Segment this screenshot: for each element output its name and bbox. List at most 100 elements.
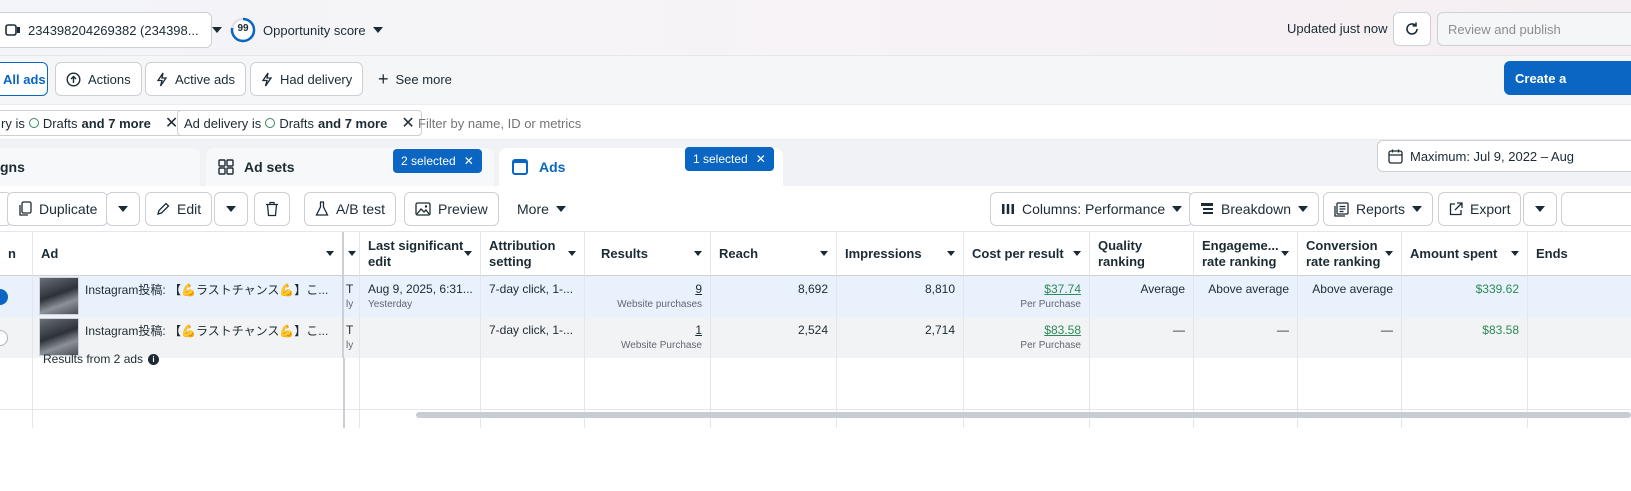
filter-chip-ad-delivery[interactable]: Ad delivery is Drafts and 7 more ✕	[177, 110, 422, 136]
tab-ads-label: Ads	[539, 159, 566, 175]
delete-button[interactable]	[254, 192, 290, 226]
column-header-engagement[interactable]: Engageme... rate ranking	[1194, 232, 1298, 276]
column-header-amount-spent[interactable]: Amount spent	[1402, 232, 1528, 276]
draft-status-icon	[28, 118, 39, 128]
cell-value: 8,810	[924, 282, 955, 296]
column-header-last-edit[interactable]: Last significant edit	[360, 232, 481, 276]
cost-cell[interactable]: $37.74 Per Purchase	[964, 276, 1090, 317]
toolbar-overflow-button[interactable]	[1561, 192, 1631, 226]
review-publish-button[interactable]: Review and publish	[1437, 12, 1631, 46]
cell-sub: ly	[346, 299, 354, 310]
cost-cell[interactable]: $83.58 Per Purchase	[964, 317, 1090, 358]
cell-value: 7-day click, 1-...	[489, 323, 574, 337]
filter-search-input[interactable]	[418, 110, 818, 136]
cell-sub: Website purchases	[617, 299, 702, 310]
ad-thumbnail	[39, 318, 79, 356]
columns-button[interactable]: Columns: Performance	[990, 192, 1194, 226]
ab-test-label: A/B test	[336, 201, 386, 217]
close-icon[interactable]: ✕	[756, 152, 766, 166]
sort-caret-icon	[568, 251, 576, 256]
date-range-picker[interactable]: Maximum: Jul 9, 2022 – Aug	[1377, 140, 1631, 172]
export-button[interactable]: Export	[1438, 192, 1522, 226]
results-cell[interactable]: 1 Website Purchase	[585, 317, 711, 358]
chevron-down-icon	[372, 27, 383, 33]
reports-label: Reports	[1356, 201, 1406, 217]
table-row[interactable]	[0, 276, 33, 317]
opportunity-score-button[interactable]: 99 Opportunity score	[230, 12, 383, 48]
results-cell[interactable]: 9 Website purchases	[585, 276, 711, 317]
horizontal-scrollbar[interactable]	[416, 412, 1631, 418]
reach-cell: 2,524	[711, 317, 837, 358]
table-row[interactable]	[0, 317, 33, 358]
close-icon[interactable]: ✕	[464, 154, 474, 168]
header-label: Conversion rate ranking	[1306, 237, 1381, 269]
export-menu-button[interactable]	[1523, 192, 1557, 226]
radio-unselected[interactable]	[0, 330, 8, 346]
column-header-delivery[interactable]: n	[0, 232, 33, 276]
radio-selected[interactable]	[0, 289, 8, 305]
cell-value: Average	[1140, 282, 1185, 296]
see-more-button[interactable]: + See more	[368, 62, 462, 96]
column-header-results[interactable]: Results	[585, 232, 711, 276]
header-label: Impressions	[845, 245, 922, 261]
upload-circle-icon	[66, 71, 81, 87]
cell-value[interactable]: 1	[593, 323, 702, 338]
refresh-button[interactable]	[1393, 12, 1431, 46]
column-header-impressions[interactable]: Impressions	[837, 232, 964, 276]
ends-cell	[1528, 317, 1631, 358]
columns-icon	[1001, 203, 1015, 215]
ad-window-icon	[511, 158, 529, 176]
column-header-conversion[interactable]: Conversion rate ranking	[1298, 232, 1402, 276]
create-button[interactable]: Create a	[1504, 61, 1631, 95]
reports-button[interactable]: Reports	[1323, 192, 1434, 226]
chevron-down-icon	[555, 206, 566, 212]
active-ads-button[interactable]: Active ads	[145, 62, 246, 96]
ad-name: Instagram投稿: 【💪ラストチャンス💪】こ...	[85, 283, 329, 297]
duplicate-menu-button[interactable]	[106, 192, 140, 226]
column-header-attribution[interactable]: Attribution setting	[481, 232, 585, 276]
ad-name-cell[interactable]: Instagram投稿: 【💪ラストチャンス💪】こ...	[33, 276, 344, 317]
column-header-quality[interactable]: Quality ranking	[1090, 232, 1194, 276]
close-icon[interactable]: ✕	[401, 113, 414, 133]
had-delivery-button[interactable]: Had delivery	[250, 62, 364, 96]
ad-name: Instagram投稿: 【💪ラストチャンス💪】こ...	[85, 324, 329, 338]
header-label: Ad	[41, 245, 59, 261]
column-header-hidden[interactable]	[344, 232, 360, 276]
cell-value[interactable]: 9	[593, 282, 702, 297]
sort-caret-icon	[1511, 251, 1519, 256]
chevron-down-icon	[1412, 206, 1423, 212]
tab-campaigns-label: gns	[0, 159, 25, 175]
actions-button[interactable]: Actions	[55, 62, 142, 96]
column-divider	[32, 358, 33, 428]
all-ads-button[interactable]: All ads	[0, 62, 48, 96]
edit-menu-button[interactable]	[214, 192, 248, 226]
all-ads-label: All ads	[3, 71, 46, 87]
column-header-ends[interactable]: Ends	[1528, 232, 1631, 276]
filter-chip-delivery[interactable]: ry is Drafts and 7 more ✕	[0, 110, 186, 136]
edit-button[interactable]: Edit	[145, 192, 213, 226]
cell-value[interactable]: $83.58	[972, 323, 1081, 338]
chevron-down-icon	[211, 27, 222, 33]
header-label: Last significant edit	[368, 237, 464, 269]
opportunity-label: Opportunity score	[263, 22, 366, 38]
more-button[interactable]: More	[507, 192, 576, 226]
tab-campaigns[interactable]: gns	[0, 148, 200, 186]
edit-label: Edit	[177, 201, 202, 217]
info-icon[interactable]: i	[148, 353, 160, 365]
reach-cell: 8,692	[711, 276, 837, 317]
duplicate-button[interactable]: Duplicate	[7, 192, 109, 226]
ads-selected-badge[interactable]: 1 selected ✕	[685, 147, 774, 171]
account-selector[interactable]: 234398204269382 (234398...	[0, 12, 222, 48]
breakdown-button[interactable]: Breakdown	[1189, 192, 1320, 226]
column-header-ad[interactable]: Ad	[33, 232, 344, 276]
preview-button[interactable]: Preview	[404, 192, 499, 226]
column-header-cost-per-result[interactable]: Cost per result	[964, 232, 1090, 276]
ab-test-button[interactable]: A/B test	[304, 192, 397, 226]
adsets-selected-badge[interactable]: 2 selected ✕	[393, 149, 482, 173]
level-tabs: gns Ad sets 2 selected ✕ Ads 1 selected …	[0, 140, 1631, 186]
column-header-reach[interactable]: Reach	[711, 232, 837, 276]
cell-sub: ly	[346, 340, 354, 351]
cell-value[interactable]: $37.74	[972, 282, 1081, 297]
cell-value: Above average	[1208, 282, 1289, 296]
duplicate-label: Duplicate	[39, 201, 98, 217]
